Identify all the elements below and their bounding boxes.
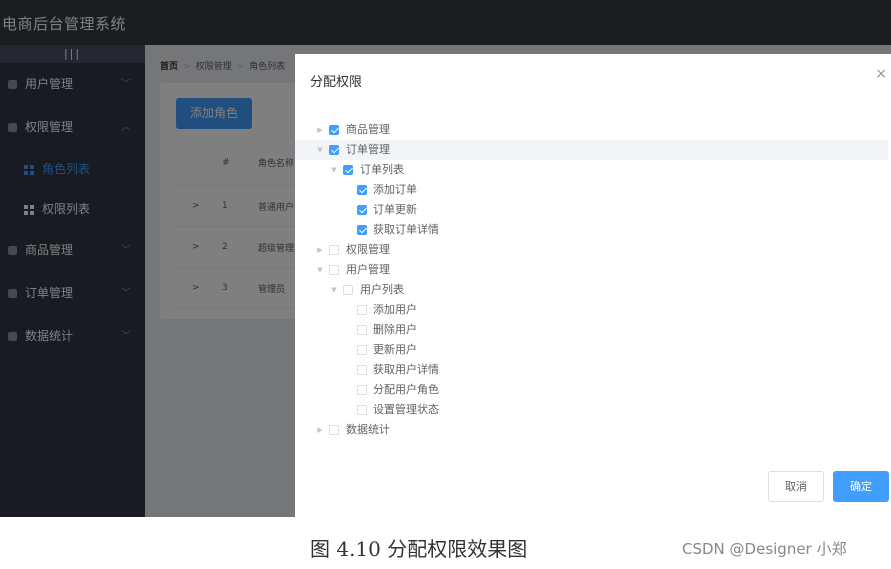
tree-checkbox[interactable] <box>329 245 339 255</box>
tree-node[interactable]: 更新用户 <box>295 340 891 360</box>
close-icon[interactable]: × <box>875 66 887 82</box>
tree-node[interactable]: ▼ 订单列表 <box>295 160 891 180</box>
tree-node-label: 删除用户 <box>373 323 417 336</box>
watermark: CSDN @Designer 小郑 <box>682 540 847 558</box>
tree-node[interactable]: ▼ 订单管理 <box>295 140 888 160</box>
tree-node-label: 获取用户详情 <box>373 363 439 376</box>
tree-node-label: 权限管理 <box>346 243 390 256</box>
tree-node[interactable]: ▶ 商品管理 <box>295 120 891 140</box>
caret-right-icon[interactable]: ▶ <box>315 240 325 260</box>
rights-tree: ▶ 商品管理 ▼ 订单管理 ▼ 订单列表 添加订单 订单更新 获取订单详情 ▶ … <box>295 120 891 440</box>
caret-down-icon[interactable]: ▼ <box>315 140 325 160</box>
tree-node-label: 获取订单详情 <box>373 223 439 236</box>
tree-node-label: 订单更新 <box>373 203 417 216</box>
tree-node-label: 添加用户 <box>373 303 417 316</box>
tree-checkbox[interactable] <box>329 145 339 155</box>
tree-node[interactable]: 删除用户 <box>295 320 891 340</box>
tree-node[interactable]: 设置管理状态 <box>295 400 891 420</box>
tree-node[interactable]: 订单更新 <box>295 200 891 220</box>
tree-node-label: 订单列表 <box>360 163 404 176</box>
dialog-title: 分配权限 <box>310 75 363 90</box>
tree-checkbox[interactable] <box>357 405 367 415</box>
tree-checkbox[interactable] <box>357 205 367 215</box>
tree-checkbox[interactable] <box>357 345 367 355</box>
tree-checkbox[interactable] <box>329 425 339 435</box>
tree-checkbox[interactable] <box>343 165 353 175</box>
tree-node[interactable]: 获取订单详情 <box>295 220 891 240</box>
caret-down-icon[interactable]: ▼ <box>329 160 339 180</box>
assign-rights-dialog: 分配权限 × ▶ 商品管理 ▼ 订单管理 ▼ 订单列表 添加订单 订单更新 获取… <box>295 54 891 517</box>
caret-right-icon[interactable]: ▶ <box>315 120 325 140</box>
confirm-button[interactable]: 确定 <box>833 471 889 502</box>
tree-checkbox[interactable] <box>357 185 367 195</box>
tree-checkbox[interactable] <box>357 365 367 375</box>
caret-right-icon[interactable]: ▶ <box>315 420 325 440</box>
tree-checkbox[interactable] <box>357 305 367 315</box>
caret-down-icon[interactable]: ▼ <box>315 260 325 280</box>
tree-node[interactable]: ▶ 数据统计 <box>295 420 891 440</box>
tree-checkbox[interactable] <box>357 225 367 235</box>
tree-node-label: 数据统计 <box>346 423 390 436</box>
tree-checkbox[interactable] <box>357 325 367 335</box>
tree-node[interactable]: ▼ 用户列表 <box>295 280 891 300</box>
tree-node-label: 用户管理 <box>346 263 390 276</box>
tree-node[interactable]: 添加订单 <box>295 180 891 200</box>
tree-node-label: 用户列表 <box>360 283 404 296</box>
tree-checkbox[interactable] <box>329 125 339 135</box>
figure-caption: 图 4.10 分配权限效果图 <box>310 537 528 561</box>
app-window: 电商后台管理系统 ||| 用户管理 ﹀ 权限管理 ︿ 角色列表 权限列表 商品管… <box>0 0 891 517</box>
tree-node-label: 添加订单 <box>373 183 417 196</box>
tree-checkbox[interactable] <box>357 385 367 395</box>
tree-node-label: 分配用户角色 <box>373 383 439 396</box>
tree-checkbox[interactable] <box>329 265 339 275</box>
caret-down-icon[interactable]: ▼ <box>329 280 339 300</box>
tree-node[interactable]: ▼ 用户管理 <box>295 260 891 280</box>
tree-node[interactable]: 分配用户角色 <box>295 380 891 400</box>
tree-node-label: 订单管理 <box>346 143 390 156</box>
tree-node-label: 商品管理 <box>346 123 390 136</box>
cancel-button[interactable]: 取消 <box>768 471 824 502</box>
tree-node[interactable]: 添加用户 <box>295 300 891 320</box>
tree-node[interactable]: ▶ 权限管理 <box>295 240 891 260</box>
tree-node-label: 设置管理状态 <box>373 403 439 416</box>
tree-checkbox[interactable] <box>343 285 353 295</box>
tree-node[interactable]: 获取用户详情 <box>295 360 891 380</box>
tree-node-label: 更新用户 <box>373 343 417 356</box>
